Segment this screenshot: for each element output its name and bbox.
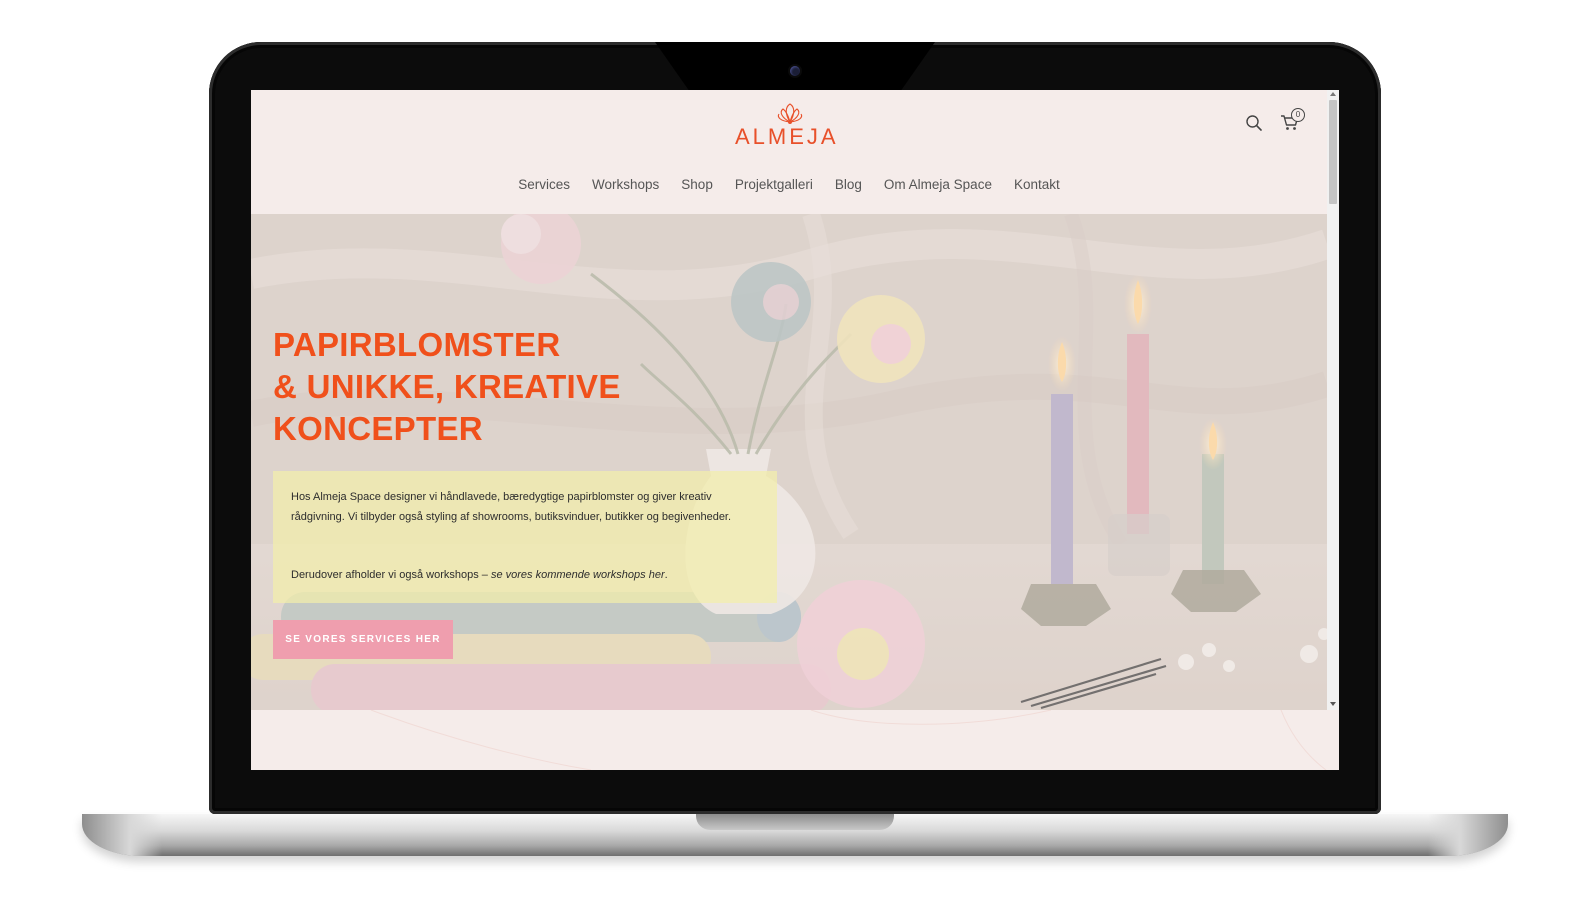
nav-item-shop[interactable]: Shop (681, 177, 713, 192)
decorative-lines (370, 709, 1327, 770)
workshops-prefix: Derudover afholder vi også workshops – (291, 569, 491, 581)
scroll-down-arrow-icon[interactable] (1330, 702, 1336, 706)
hero-section: PAPIRBLOMSTER & UNIKKE, KREATIVE KONCEPT… (251, 214, 1327, 710)
hero-intro-box: Hos Almeja Space designer vi håndlavede,… (273, 471, 777, 603)
laptop-base-notch (696, 814, 894, 830)
workshops-suffix: . (664, 569, 668, 581)
browser-viewport: ALMEJA 0 Services Workshops Shop Projektgal… (251, 90, 1339, 770)
below-hero-section (251, 709, 1339, 770)
nav-item-services[interactable]: Services (518, 177, 570, 192)
nav-item-blog[interactable]: Blog (835, 177, 862, 192)
laptop-base-edge-right (1428, 814, 1508, 856)
search-icon[interactable] (1245, 114, 1263, 132)
scrollbar-thumb[interactable] (1329, 100, 1337, 204)
hero-title: PAPIRBLOMSTER & UNIKKE, KREATIVE KONCEPT… (273, 324, 621, 450)
logo-text: ALMEJA (735, 124, 839, 149)
nav-item-workshops[interactable]: Workshops (592, 177, 659, 192)
see-services-button[interactable]: SE VORES SERVICES HER (273, 620, 453, 659)
cart-count-badge: 0 (1291, 108, 1305, 122)
hero-title-line-2: & UNIKKE, KREATIVE (273, 368, 621, 405)
hero-title-line-3: KONCEPTER (273, 410, 483, 447)
webcam-icon (790, 66, 800, 76)
page-scrollbar[interactable] (1327, 90, 1339, 710)
nav-item-projektgalleri[interactable]: Projektgalleri (735, 177, 813, 192)
nav-item-kontakt[interactable]: Kontakt (1014, 177, 1060, 192)
hero-intro-text: Hos Almeja Space designer vi håndlavede,… (291, 491, 732, 523)
main-nav: Services Workshops Shop Projektgalleri Blog O… (251, 176, 1327, 194)
hero-title-line-1: PAPIRBLOMSTER (273, 326, 561, 363)
workshops-link[interactable]: her (649, 569, 665, 581)
flower-logo-icon (777, 103, 803, 124)
site-header: ALMEJA 0 Services Workshops Shop Projektgal… (251, 90, 1327, 214)
nav-item-om-almeja-space[interactable]: Om Almeja Space (884, 177, 992, 192)
laptop-base-edge-left (82, 814, 162, 856)
logo[interactable]: ALMEJA (729, 102, 849, 149)
workshops-italic: se vores kommende workshops (490, 569, 646, 581)
scroll-up-arrow-icon[interactable] (1330, 92, 1336, 96)
hero-workshops-text: Derudover afholder vi også workshops – s… (291, 566, 761, 586)
